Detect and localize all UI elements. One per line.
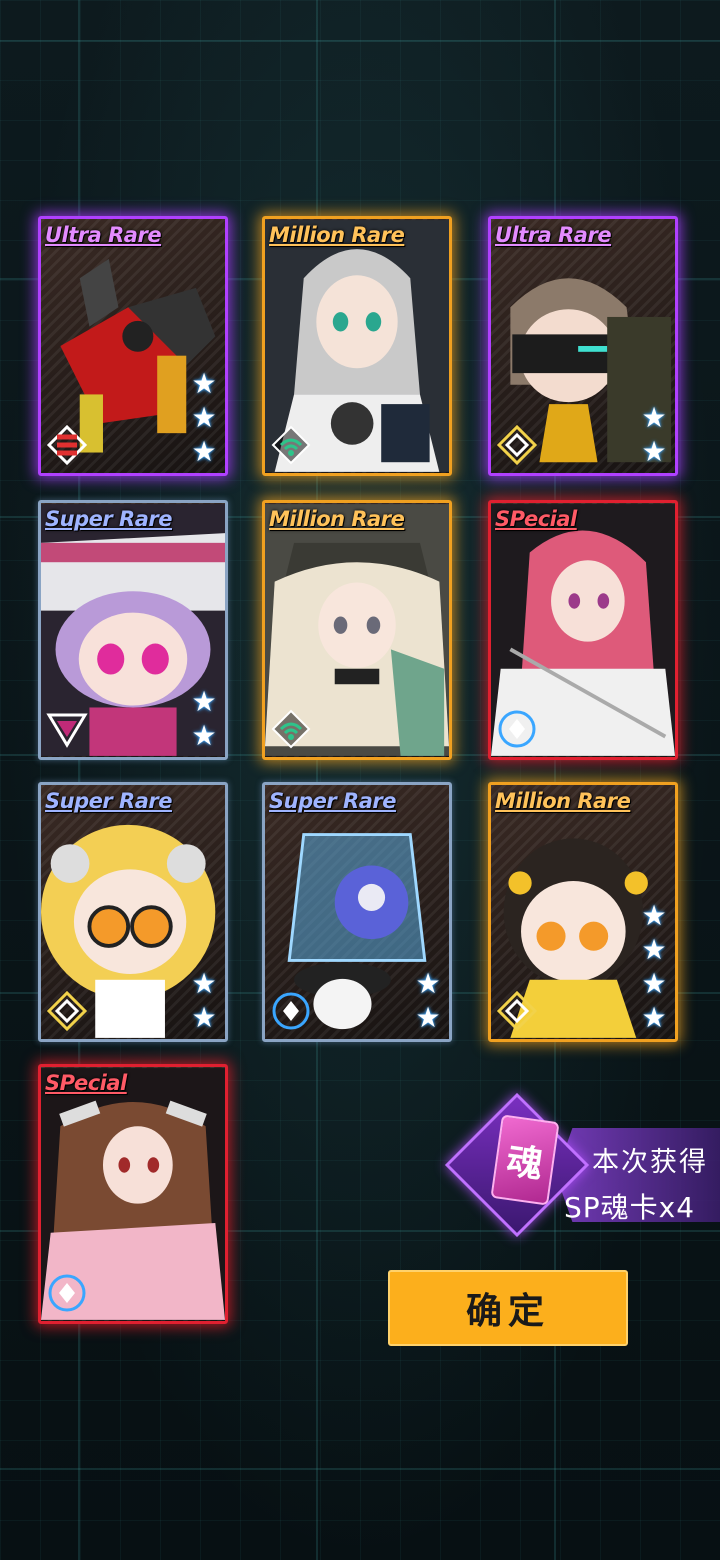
star-icon: ★ — [191, 967, 217, 1000]
star-icon: ★ — [191, 719, 217, 752]
reward-summary: 魂 本次获得 SP魂卡x4 — [444, 1092, 720, 1238]
star-rating: ★ ★ — [413, 969, 443, 1033]
reward-count: SP魂卡x4 — [564, 1191, 696, 1224]
card-8[interactable]: Super Rare ★ ★ — [262, 782, 452, 1042]
star-rating: ★ ★ ★ — [189, 369, 219, 467]
star-rating: ★ ★ — [189, 687, 219, 751]
star-icon: ★ — [641, 435, 667, 468]
star-icon: ★ — [191, 367, 217, 400]
reward-label: 本次获得 — [592, 1147, 708, 1178]
rarity-label: Super Rare — [45, 507, 172, 531]
soul-card-icon: 魂 — [490, 1114, 560, 1206]
star-icon: ★ — [641, 1001, 667, 1034]
star-icon: ★ — [641, 933, 667, 966]
rarity-label: Super Rare — [269, 789, 396, 813]
diamond-emblem-icon — [495, 423, 539, 467]
card-5[interactable]: Million Rare — [262, 500, 452, 760]
rarity-label: SPecial — [495, 507, 577, 531]
star-icon: ★ — [641, 967, 667, 1000]
rarity-label: Million Rare — [269, 507, 405, 531]
star-rating: ★ ★ ★ ★ — [639, 901, 669, 1033]
rarity-label: Super Rare — [45, 789, 172, 813]
star-icon: ★ — [191, 685, 217, 718]
star-icon: ★ — [415, 967, 441, 1000]
rarity-label: Million Rare — [495, 789, 631, 813]
circle-emblem-icon — [495, 707, 539, 751]
card-7[interactable]: Super Rare ★ ★ — [38, 782, 228, 1042]
star-icon: ★ — [641, 401, 667, 434]
signal-emblem-icon — [269, 423, 313, 467]
diamond-emblem-icon — [45, 989, 89, 1033]
star-rating: ★ ★ — [189, 969, 219, 1033]
rarity-label: Ultra Rare — [495, 223, 612, 247]
rarity-label: Ultra Rare — [45, 223, 162, 247]
card-2[interactable]: Million Rare — [262, 216, 452, 476]
chevron-emblem-icon — [45, 423, 89, 467]
confirm-button[interactable]: 确定 — [388, 1270, 628, 1346]
rarity-label: Million Rare — [269, 223, 405, 247]
star-icon: ★ — [191, 1001, 217, 1034]
card-1[interactable]: Ultra Rare ★ ★ ★ — [38, 216, 228, 476]
circle-emblem-icon — [45, 1271, 89, 1315]
star-rating: ★ ★ — [639, 403, 669, 467]
star-icon: ★ — [415, 1001, 441, 1034]
star-icon: ★ — [641, 899, 667, 932]
triangle-emblem-icon — [45, 707, 89, 751]
circle-emblem-icon — [269, 989, 313, 1033]
diamond-emblem-icon — [495, 989, 539, 1033]
card-9[interactable]: Million Rare ★ ★ ★ ★ — [488, 782, 678, 1042]
star-icon: ★ — [191, 435, 217, 468]
signal-emblem-icon — [269, 707, 313, 751]
star-icon: ★ — [191, 401, 217, 434]
card-3[interactable]: Ultra Rare ★ ★ — [488, 216, 678, 476]
card-6[interactable]: SPecial — [488, 500, 678, 760]
card-10[interactable]: SPecial — [38, 1064, 228, 1324]
rarity-label: SPecial — [45, 1071, 127, 1095]
card-4[interactable]: Super Rare ★ ★ — [38, 500, 228, 760]
